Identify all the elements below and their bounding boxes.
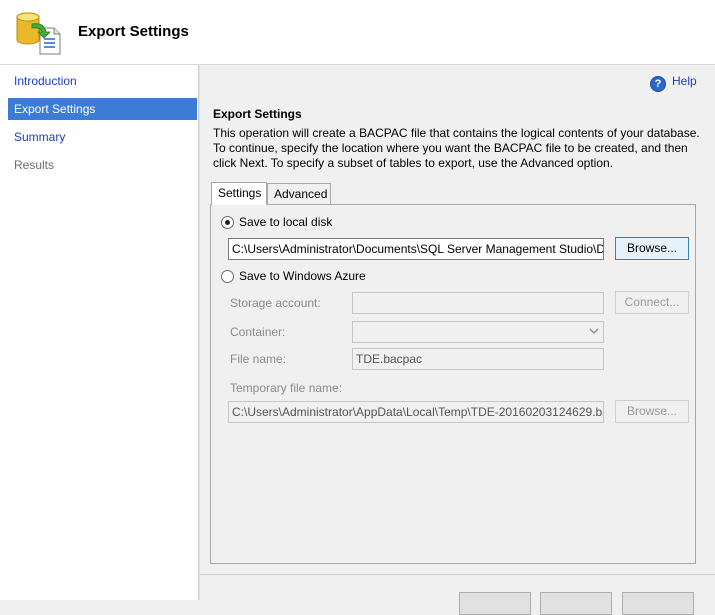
footer-divider <box>200 574 715 575</box>
temp-file-label: Temporary file name: <box>230 381 343 395</box>
section-description: This operation will create a BACPAC file… <box>213 126 700 170</box>
wizard-nav: Introduction Export Settings Summary Res… <box>0 65 198 600</box>
chevron-down-icon <box>589 328 599 334</box>
next-button[interactable] <box>540 592 612 615</box>
browse-local-button[interactable]: Browse... <box>615 237 689 260</box>
nav-item-export-settings[interactable]: Export Settings <box>8 98 197 120</box>
local-disk-radio[interactable] <box>221 216 234 229</box>
azure-radio[interactable] <box>221 270 234 283</box>
file-name-input[interactable]: TDE.bacpac <box>352 348 604 370</box>
storage-account-label: Storage account: <box>230 296 321 310</box>
storage-account-input[interactable] <box>352 292 604 314</box>
browse-temp-button[interactable]: Browse... <box>615 400 689 423</box>
help-link[interactable]: ? Help <box>650 72 697 92</box>
connect-button[interactable]: Connect... <box>615 291 689 314</box>
nav-item-introduction[interactable]: Introduction <box>8 70 197 92</box>
file-name-label: File name: <box>230 352 287 366</box>
temp-file-input[interactable]: C:\Users\Administrator\AppData\Local\Tem… <box>228 401 604 423</box>
container-select[interactable] <box>352 321 604 343</box>
database-export-icon <box>16 12 61 55</box>
page-title: Export Settings <box>78 23 189 40</box>
tab-advanced[interactable]: Advanced <box>267 183 331 204</box>
tab-settings[interactable]: Settings <box>211 182 267 205</box>
help-label: Help <box>672 74 697 88</box>
local-path-input[interactable]: C:\Users\Administrator\Documents\SQL Ser… <box>228 238 604 260</box>
nav-item-results: Results <box>14 158 55 172</box>
cancel-button[interactable] <box>622 592 694 615</box>
azure-label[interactable]: Save to Windows Azure <box>239 268 366 284</box>
settings-panel: Save to local disk C:\Users\Administrato… <box>210 204 696 564</box>
section-title: Export Settings <box>213 107 302 121</box>
nav-divider <box>198 65 200 600</box>
container-label: Container: <box>230 325 286 339</box>
local-disk-label[interactable]: Save to local disk <box>239 214 332 230</box>
nav-item-summary[interactable]: Summary <box>8 126 197 148</box>
previous-button[interactable] <box>459 592 531 615</box>
help-icon: ? <box>650 76 666 92</box>
wizard-header: Export Settings <box>0 0 715 65</box>
